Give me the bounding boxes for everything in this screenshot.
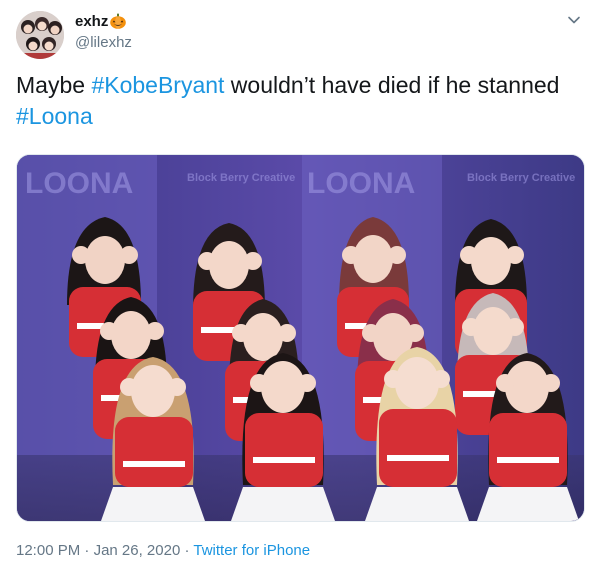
author-display-name[interactable]: exhz [75,13,108,30]
tweet-text-part: wouldn’t have died if he stanned [224,72,560,98]
backdrop-text: Block Berry Creative [187,172,295,184]
tweet-time[interactable]: 12:00 PM [16,542,80,559]
author-name-row[interactable]: exhz [75,12,127,30]
hashtag-link-loona[interactable]: #Loona [16,103,93,129]
backdrop-text: LOONA [307,167,415,200]
avatar[interactable] [16,11,64,59]
tweet-date[interactable]: Jan 26, 2020 [94,542,181,559]
tweet-metadata: 12:00 PM · Jan 26, 2020 · Twitter for iP… [16,542,310,559]
tweet-text: Maybe #KobeBryant wouldn’t have died if … [16,70,576,132]
author-handle[interactable]: @lilexhz [75,34,132,51]
tweet-source-link[interactable]: Twitter for iPhone [193,542,310,559]
backdrop-text: LOONA [25,167,133,200]
chevron-down-icon[interactable] [565,11,583,29]
meta-separator: · [80,542,94,559]
meta-separator: · [180,542,194,559]
tweet-card: exhz @lilexhz Maybe #KobeBryant wouldn’t… [0,0,598,573]
tweet-text-part: Maybe [16,72,92,98]
backdrop-text: Block Berry Creative [467,172,575,184]
tweet-photo[interactable]: LOONA LOONA Block Berry Creative Block B… [16,154,585,522]
pumpkin-icon [109,12,127,30]
hashtag-link-kobebryant[interactable]: #KobeBryant [91,72,224,98]
